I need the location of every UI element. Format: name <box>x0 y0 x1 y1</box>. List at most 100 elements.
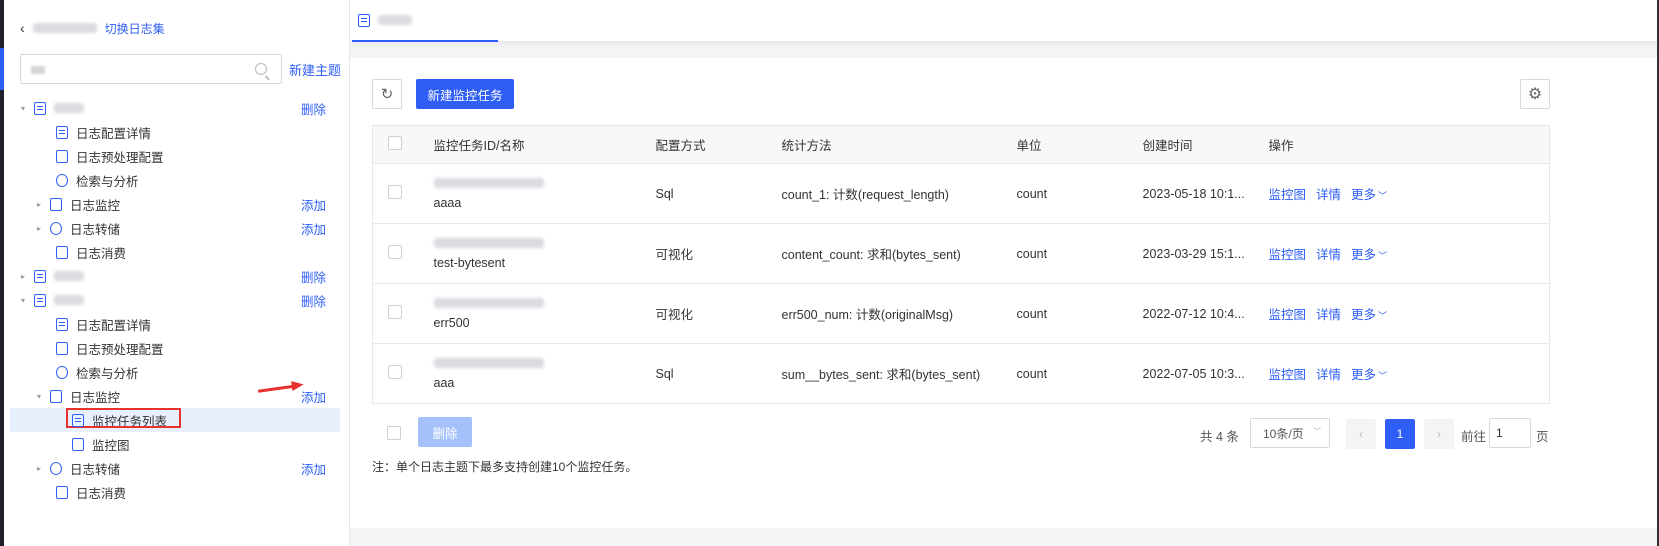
unit: count <box>1016 283 1143 344</box>
detail-link[interactable]: 详情 <box>1316 248 1341 262</box>
more-dropdown[interactable]: 更多 ﹀ <box>1351 188 1387 202</box>
created-time: 2023-05-18 10:1... <box>1142 163 1269 224</box>
search-placeholder-redacted <box>31 66 45 74</box>
list-icon <box>72 413 84 427</box>
col-header: 创建时间 <box>1142 125 1269 164</box>
tree-item-label: 日志预处理配置 <box>76 342 164 357</box>
more-dropdown[interactable]: 更多 ﹀ <box>1351 308 1387 322</box>
monitor-chart-link[interactable]: 监控图 <box>1269 248 1307 262</box>
tree-item-label: 监控图 <box>92 438 130 453</box>
chevron-down-icon: ﹀ <box>1313 427 1321 436</box>
row-checkbox[interactable] <box>388 185 402 199</box>
task-name: err500 <box>433 315 470 330</box>
monitor-chart-link[interactable]: 监控图 <box>1269 188 1307 202</box>
add-monitor-link[interactable]: 添加 <box>301 195 326 214</box>
tree-item-log-consume[interactable]: 日志消费 <box>10 480 340 504</box>
created-time: 2023-03-29 15:1... <box>1142 223 1269 284</box>
refresh-button[interactable]: ↻ <box>372 79 402 109</box>
col-header: 统计方法 <box>781 125 1017 164</box>
tree-item-label: 日志转储 <box>70 462 121 477</box>
switch-logset-link[interactable]: 切换日志集 <box>105 20 165 37</box>
table-header-row: 监控任务ID/名称 配置方式 统计方法 单位 创建时间 操作 <box>372 125 1550 164</box>
new-monitor-task-button[interactable]: 新建监控任务 <box>416 79 514 109</box>
more-dropdown[interactable]: 更多 ﹀ <box>1351 368 1387 382</box>
tree-item-label: 日志转储 <box>70 222 121 237</box>
row-actions: 监控图 详情 更多 ﹀ <box>1268 343 1550 404</box>
stat-method: content_count: 求和(bytes_sent) <box>781 223 1017 284</box>
tree-item-monitor-task-list[interactable]: 监控任务列表 <box>10 408 340 432</box>
next-page-button[interactable]: › <box>1424 419 1454 449</box>
tree-topic-1[interactable]: ▾ 删除 <box>10 96 340 120</box>
monitor-chart-link[interactable]: 监控图 <box>1269 368 1307 382</box>
back-arrow-icon[interactable]: ‹ <box>20 20 25 36</box>
select-all-checkbox[interactable] <box>388 136 402 150</box>
tree-item-log-dump[interactable]: ▸ 日志转储 添加 <box>10 216 340 240</box>
tree-item-label: 日志配置详情 <box>76 126 152 141</box>
config-mode: Sql <box>655 163 782 224</box>
table-row: aaaa Sql count_1: 计数(request_length) cou… <box>372 163 1550 224</box>
goto-page-input[interactable]: 1 <box>1489 418 1531 448</box>
consume-icon <box>56 485 68 499</box>
row-checkbox[interactable] <box>388 365 402 379</box>
monitor-task-panel: ↻ 新建监控任务 ⚙ 监控任务ID/名称 配置方式 统计方法 单位 创建时间 操… <box>350 58 1659 528</box>
tree-item-config-detail[interactable]: 日志配置详情 <box>10 120 340 144</box>
collapsed-caret-icon[interactable]: ▸ <box>34 464 44 473</box>
expanded-caret-icon[interactable]: ▾ <box>34 392 44 401</box>
batch-delete-button[interactable]: 删除 <box>418 417 472 447</box>
tree-topic-2[interactable]: ▸ 删除 <box>10 264 340 288</box>
detail-link[interactable]: 详情 <box>1316 368 1341 382</box>
tree-item-label: 日志消费 <box>76 486 127 501</box>
tree-item-monitor-chart[interactable]: 监控图 <box>10 432 340 456</box>
task-name: aaa <box>433 375 455 390</box>
topic-tree: ▾ 删除 日志配置详情 日志预处理配置 检索与分析 ▸ 日志监控 添加 ▸ 日志… <box>10 96 340 504</box>
page-size-value: 10条/页 <box>1263 426 1304 441</box>
tree-item-config-detail[interactable]: 日志配置详情 <box>10 312 340 336</box>
tree-item-label: 日志配置详情 <box>76 318 152 333</box>
topic-icon <box>34 101 46 115</box>
detail-link[interactable]: 详情 <box>1316 188 1341 202</box>
created-time: 2022-07-05 10:3... <box>1142 343 1269 404</box>
unit: count <box>1016 163 1143 224</box>
config-mode: Sql <box>655 343 782 404</box>
monitor-chart-link[interactable]: 监控图 <box>1269 308 1307 322</box>
expanded-caret-icon[interactable]: ▾ <box>18 104 28 113</box>
collapsed-caret-icon[interactable]: ▸ <box>34 200 44 209</box>
tree-item-preprocess[interactable]: 日志预处理配置 <box>10 336 340 360</box>
collapsed-caret-icon[interactable]: ▸ <box>18 272 28 281</box>
add-dump-link[interactable]: 添加 <box>301 219 326 238</box>
unit: count <box>1016 343 1143 404</box>
more-dropdown[interactable]: 更多 ﹀ <box>1351 248 1387 262</box>
row-checkbox[interactable] <box>388 305 402 319</box>
add-dump-link[interactable]: 添加 <box>301 459 326 478</box>
row-checkbox[interactable] <box>388 245 402 259</box>
topic-name-redacted <box>54 103 84 113</box>
tree-item-log-consume[interactable]: 日志消费 <box>10 240 340 264</box>
detail-link[interactable]: 详情 <box>1316 308 1341 322</box>
current-page-button[interactable]: 1 <box>1385 419 1415 449</box>
new-topic-link[interactable]: 新建主题 <box>289 60 341 79</box>
tree-item-preprocess[interactable]: 日志预处理配置 <box>10 144 340 168</box>
topic-name-redacted <box>54 295 84 305</box>
collapsed-caret-icon[interactable]: ▸ <box>34 224 44 233</box>
settings-button[interactable]: ⚙ <box>1520 79 1550 109</box>
search-icon[interactable] <box>255 63 267 75</box>
topic-search-input[interactable] <box>20 54 282 84</box>
delete-topic-link[interactable]: 删除 <box>301 99 326 118</box>
row-actions: 监控图 详情 更多 ﹀ <box>1268 283 1550 344</box>
expanded-caret-icon[interactable]: ▾ <box>18 296 28 305</box>
tree-item-search-analysis[interactable]: 检索与分析 <box>10 168 340 192</box>
tree-item-log-monitor[interactable]: ▸ 日志监控 添加 <box>10 192 340 216</box>
task-id-redacted <box>433 237 544 248</box>
tab-current-topic[interactable] <box>352 0 498 42</box>
page-size-select[interactable]: 10条/页 ﹀ <box>1250 418 1330 448</box>
add-monitor-link[interactable]: 添加 <box>301 387 326 406</box>
prev-page-button[interactable]: ‹ <box>1346 419 1376 449</box>
batch-select-checkbox[interactable] <box>387 426 401 440</box>
delete-topic-link[interactable]: 删除 <box>301 267 326 286</box>
refresh-icon: ↻ <box>380 86 394 103</box>
tree-item-label: 检索与分析 <box>76 366 139 381</box>
tab-label-redacted <box>378 15 412 25</box>
tree-item-log-dump[interactable]: ▸ 日志转储 添加 <box>10 456 340 480</box>
tree-topic-3[interactable]: ▾ 删除 <box>10 288 340 312</box>
delete-topic-link[interactable]: 删除 <box>301 291 326 310</box>
